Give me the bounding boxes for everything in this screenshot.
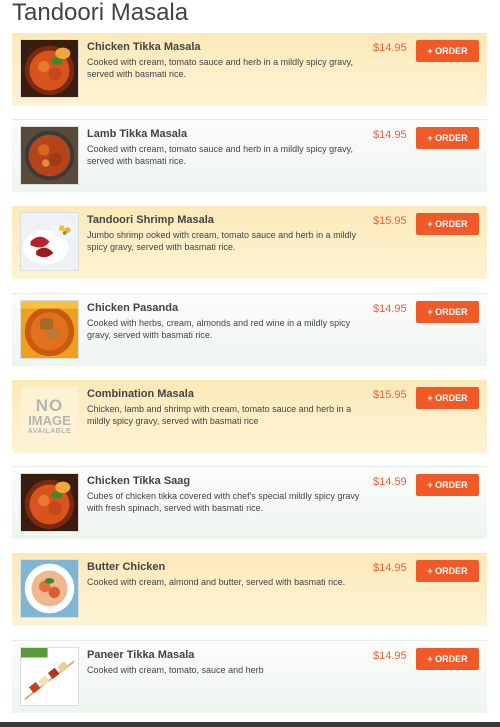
order-button[interactable]: + ORDER [416,127,479,149]
order-button[interactable]: + ORDER [416,387,479,409]
order-button[interactable]: + ORDER [416,474,479,496]
item-price: $15.95 [373,389,407,401]
food-image-shrimp-plate[interactable] [20,212,79,271]
item-description: Cooked with cream, almond and butter, se… [87,577,346,587]
menu-item-chicken-pasanda: Chicken Pasanda Cooked with herbs, cream… [12,293,487,366]
item-price: $14.95 [373,42,407,54]
no-image-text: AVAILABLE [27,427,72,435]
item-name: Chicken Tikka Saag [87,475,191,487]
item-name: Tandoori Shrimp Masala [87,214,214,226]
order-button[interactable]: + ORDER [416,560,479,582]
item-price: $14.95 [373,129,407,141]
item-name: Chicken Tikka Masala [87,41,201,53]
food-image-paneer-skewers[interactable] [20,647,79,706]
item-name: Paneer Tikka Masala [87,649,195,661]
page-title: Tandoori Masala [12,0,189,26]
no-image-text: IMAGE [28,412,71,428]
item-description: Jumbo shrimp ooked with cream, tomato sa… [87,230,357,252]
menu-item-tandoori-shrimp-masala: Tandoori Shrimp Masala Jumbo shrimp ooke… [12,206,487,279]
item-name: Butter Chicken [87,561,166,573]
menu-item-lamb-tikka-masala: Lamb Tikka Masala Cooked with cream, tom… [12,119,487,192]
no-image-placeholder: NO IMAGE AVAILABLE [20,386,79,445]
order-button[interactable]: + ORDER [416,40,479,62]
item-name: Lamb Tikka Masala [87,128,188,140]
menu-item-paneer-tikka-masala: Paneer Tikka Masala Cooked with cream, t… [12,640,487,713]
food-image-pasanda-bowl[interactable] [20,300,79,359]
menu-item-butter-chicken: Butter Chicken Cooked with cream, almond… [12,553,487,626]
food-image-butter-chicken[interactable] [20,559,79,618]
item-description: Cubes of chicken tikka covered with chef… [87,491,360,513]
item-description: Cooked with herbs, cream, almonds and re… [87,318,351,340]
item-description: Chicken, lamb and shrimp with cream, tom… [87,404,352,426]
item-price: $14.95 [373,650,407,662]
footer-divider [0,722,500,727]
no-image-text: NO [35,395,64,415]
item-name: Chicken Pasanda [87,302,179,314]
item-description: Cooked with cream, tomato, sauce and her… [87,665,264,675]
order-button[interactable]: + ORDER [416,648,479,670]
menu-item-chicken-tikka-saag: Chicken Tikka Saag Cubes of chicken tikk… [12,466,487,539]
order-button[interactable]: + ORDER [416,301,479,323]
item-description: Cooked with cream, tomato sauce and herb… [87,57,353,79]
item-price: $14.59 [373,476,407,488]
food-image-lamb-curry[interactable] [20,126,79,185]
item-description: Cooked with cream, tomato sauce and herb… [87,144,353,166]
menu-item-combination-masala: NO IMAGE AVAILABLE Combination Masala Ch… [12,380,487,453]
item-price: $15.95 [373,215,407,227]
menu-item-chicken-tikka-masala: Chicken Tikka Masala Cooked with cream, … [12,33,487,106]
order-button[interactable]: + ORDER [416,213,479,235]
item-price: $14.95 [373,303,407,315]
item-price: $14.95 [373,562,407,574]
item-name: Combination Masala [87,388,194,400]
food-image-curry-bowl[interactable] [20,473,79,532]
food-image-curry-bowl[interactable] [20,39,79,98]
